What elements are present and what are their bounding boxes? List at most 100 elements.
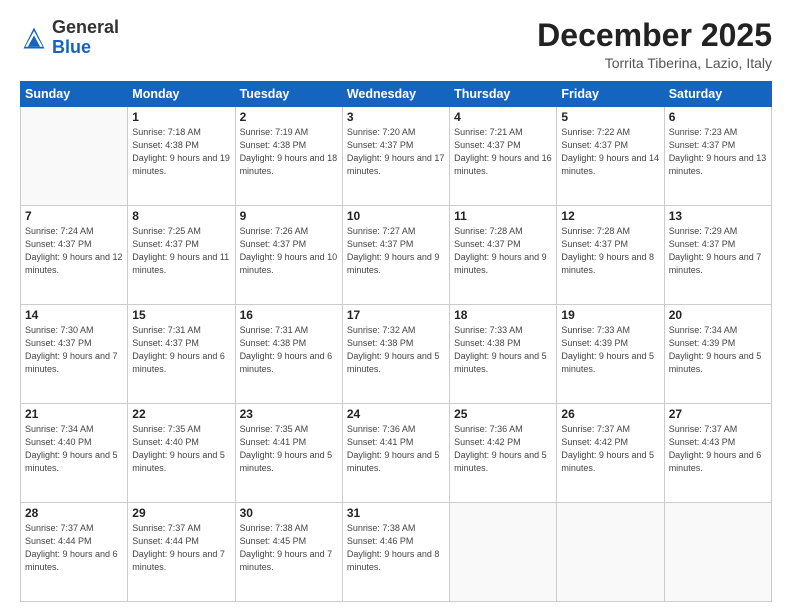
day-number: 17 bbox=[347, 308, 445, 322]
calendar-cell: 10 Sunrise: 7:27 AMSunset: 4:37 PMDayligh… bbox=[342, 206, 449, 305]
day-number: 15 bbox=[132, 308, 230, 322]
day-number: 30 bbox=[240, 506, 338, 520]
calendar-cell: 31 Sunrise: 7:38 AMSunset: 4:46 PMDayligh… bbox=[342, 503, 449, 602]
day-info: Sunrise: 7:38 AMSunset: 4:46 PMDaylight:… bbox=[347, 522, 445, 574]
calendar-cell bbox=[664, 503, 771, 602]
weekday-header-sunday: Sunday bbox=[21, 82, 128, 107]
calendar-cell: 28Sunrise: 7:37 AMSunset: 4:44 PMDayligh… bbox=[21, 503, 128, 602]
calendar-cell: 17Sunrise: 7:32 AMSunset: 4:38 PMDayligh… bbox=[342, 305, 449, 404]
weekday-header-thursday: Thursday bbox=[450, 82, 557, 107]
day-info: Sunrise: 7:37 AMSunset: 4:42 PMDaylight:… bbox=[561, 423, 659, 475]
calendar-cell: 29 Sunrise: 7:37 AMSunset: 4:44 PMDayligh… bbox=[128, 503, 235, 602]
calendar-cell: 16Sunrise: 7:31 AMSunset: 4:38 PMDayligh… bbox=[235, 305, 342, 404]
day-info: Sunrise: 7:22 AMSunset: 4:37 PMDaylight:… bbox=[561, 126, 659, 178]
day-info: Sunrise: 7:36 AMSunset: 4:42 PMDaylight:… bbox=[454, 423, 552, 475]
calendar-cell: 15Sunrise: 7:31 AMSunset: 4:37 PMDayligh… bbox=[128, 305, 235, 404]
calendar-cell: 3 Sunrise: 7:20 AMSunset: 4:37 PMDaylight… bbox=[342, 107, 449, 206]
day-info: Sunrise: 7:36 AMSunset: 4:41 PMDaylight:… bbox=[347, 423, 445, 475]
weekday-header-saturday: Saturday bbox=[664, 82, 771, 107]
day-number: 25 bbox=[454, 407, 552, 421]
day-number: 20 bbox=[669, 308, 767, 322]
calendar-cell: 4Sunrise: 7:21 AMSunset: 4:37 PMDaylight… bbox=[450, 107, 557, 206]
day-info: Sunrise: 7:37 AMSunset: 4:44 PMDaylight:… bbox=[132, 522, 230, 574]
day-info: Sunrise: 7:19 AMSunset: 4:38 PMDaylight:… bbox=[240, 126, 338, 178]
day-number: 24 bbox=[347, 407, 445, 421]
calendar-cell: 1 Sunrise: 7:18 AMSunset: 4:38 PMDaylight… bbox=[128, 107, 235, 206]
day-info: Sunrise: 7:24 AMSunset: 4:37 PMDaylight:… bbox=[25, 225, 123, 277]
day-number: 1 bbox=[132, 110, 230, 124]
logo-general-text: General bbox=[52, 17, 119, 37]
day-info: Sunrise: 7:35 AMSunset: 4:40 PMDaylight:… bbox=[132, 423, 230, 475]
calendar-cell: 12 Sunrise: 7:28 AMSunset: 4:37 PMDayligh… bbox=[557, 206, 664, 305]
calendar-cell: 6 Sunrise: 7:23 AMSunset: 4:37 PMDaylight… bbox=[664, 107, 771, 206]
header: General Blue December 2025 Torrita Tiber… bbox=[20, 18, 772, 71]
day-number: 19 bbox=[561, 308, 659, 322]
calendar-cell: 20Sunrise: 7:34 AMSunset: 4:39 PMDayligh… bbox=[664, 305, 771, 404]
day-number: 26 bbox=[561, 407, 659, 421]
location: Torrita Tiberina, Lazio, Italy bbox=[537, 55, 772, 71]
day-number: 23 bbox=[240, 407, 338, 421]
calendar-week-3: 14 Sunrise: 7:30 AMSunset: 4:37 PMDayligh… bbox=[21, 305, 772, 404]
weekday-header-monday: Monday bbox=[128, 82, 235, 107]
day-info: Sunrise: 7:23 AMSunset: 4:37 PMDaylight:… bbox=[669, 126, 767, 178]
day-number: 3 bbox=[347, 110, 445, 124]
day-info: Sunrise: 7:33 AMSunset: 4:39 PMDaylight:… bbox=[561, 324, 659, 376]
weekday-header-row: SundayMondayTuesdayWednesdayThursdayFrid… bbox=[21, 82, 772, 107]
day-number: 7 bbox=[25, 209, 123, 223]
day-info: Sunrise: 7:35 AMSunset: 4:41 PMDaylight:… bbox=[240, 423, 338, 475]
day-number: 22 bbox=[132, 407, 230, 421]
weekday-header-friday: Friday bbox=[557, 82, 664, 107]
day-info: Sunrise: 7:28 AMSunset: 4:37 PMDaylight:… bbox=[561, 225, 659, 277]
day-info: Sunrise: 7:28 AMSunset: 4:37 PMDaylight:… bbox=[454, 225, 552, 277]
calendar-cell: 11Sunrise: 7:28 AMSunset: 4:37 PMDayligh… bbox=[450, 206, 557, 305]
day-info: Sunrise: 7:33 AMSunset: 4:38 PMDaylight:… bbox=[454, 324, 552, 376]
calendar-week-2: 7 Sunrise: 7:24 AMSunset: 4:37 PMDaylight… bbox=[21, 206, 772, 305]
day-number: 12 bbox=[561, 209, 659, 223]
day-number: 10 bbox=[347, 209, 445, 223]
day-number: 5 bbox=[561, 110, 659, 124]
day-number: 6 bbox=[669, 110, 767, 124]
calendar-cell bbox=[450, 503, 557, 602]
day-number: 21 bbox=[25, 407, 123, 421]
calendar-cell: 9 Sunrise: 7:26 AMSunset: 4:37 PMDaylight… bbox=[235, 206, 342, 305]
day-number: 28 bbox=[25, 506, 123, 520]
day-number: 29 bbox=[132, 506, 230, 520]
calendar-cell: 23 Sunrise: 7:35 AMSunset: 4:41 PMDayligh… bbox=[235, 404, 342, 503]
day-info: Sunrise: 7:18 AMSunset: 4:38 PMDaylight:… bbox=[132, 126, 230, 178]
weekday-header-tuesday: Tuesday bbox=[235, 82, 342, 107]
weekday-header-wednesday: Wednesday bbox=[342, 82, 449, 107]
calendar-week-4: 21Sunrise: 7:34 AMSunset: 4:40 PMDayligh… bbox=[21, 404, 772, 503]
calendar-table: SundayMondayTuesdayWednesdayThursdayFrid… bbox=[20, 81, 772, 602]
page: General Blue December 2025 Torrita Tiber… bbox=[0, 0, 792, 612]
day-info: Sunrise: 7:29 AMSunset: 4:37 PMDaylight:… bbox=[669, 225, 767, 277]
calendar-cell: 13 Sunrise: 7:29 AMSunset: 4:37 PMDayligh… bbox=[664, 206, 771, 305]
month-title: December 2025 bbox=[537, 18, 772, 53]
day-number: 9 bbox=[240, 209, 338, 223]
day-info: Sunrise: 7:26 AMSunset: 4:37 PMDaylight:… bbox=[240, 225, 338, 277]
calendar-cell: 27 Sunrise: 7:37 AMSunset: 4:43 PMDayligh… bbox=[664, 404, 771, 503]
calendar-cell: 18Sunrise: 7:33 AMSunset: 4:38 PMDayligh… bbox=[450, 305, 557, 404]
day-number: 4 bbox=[454, 110, 552, 124]
title-block: December 2025 Torrita Tiberina, Lazio, I… bbox=[537, 18, 772, 71]
day-number: 31 bbox=[347, 506, 445, 520]
calendar-cell: 24 Sunrise: 7:36 AMSunset: 4:41 PMDayligh… bbox=[342, 404, 449, 503]
day-info: Sunrise: 7:37 AMSunset: 4:43 PMDaylight:… bbox=[669, 423, 767, 475]
day-number: 8 bbox=[132, 209, 230, 223]
day-number: 14 bbox=[25, 308, 123, 322]
calendar-cell: 19 Sunrise: 7:33 AMSunset: 4:39 PMDayligh… bbox=[557, 305, 664, 404]
calendar-cell: 26 Sunrise: 7:37 AMSunset: 4:42 PMDayligh… bbox=[557, 404, 664, 503]
day-number: 13 bbox=[669, 209, 767, 223]
calendar-cell: 14 Sunrise: 7:30 AMSunset: 4:37 PMDayligh… bbox=[21, 305, 128, 404]
calendar-week-5: 28 Sunrise: 7:37 AMSunset: 4:44 PMDayligh… bbox=[21, 503, 772, 602]
calendar-cell: 21Sunrise: 7:34 AMSunset: 4:40 PMDayligh… bbox=[21, 404, 128, 503]
calendar-cell: 22 Sunrise: 7:35 AMSunset: 4:40 PMDayligh… bbox=[128, 404, 235, 503]
day-number: 2 bbox=[240, 110, 338, 124]
logo-blue-text: Blue bbox=[52, 37, 91, 57]
calendar-cell: 25 Sunrise: 7:36 AMSunset: 4:42 PMDayligh… bbox=[450, 404, 557, 503]
calendar-cell: 30Sunrise: 7:38 AMSunset: 4:45 PMDayligh… bbox=[235, 503, 342, 602]
day-info: Sunrise: 7:27 AMSunset: 4:37 PMDaylight:… bbox=[347, 225, 445, 277]
day-info: Sunrise: 7:30 AMSunset: 4:37 PMDaylight:… bbox=[25, 324, 123, 376]
day-info: Sunrise: 7:31 AMSunset: 4:38 PMDaylight:… bbox=[240, 324, 338, 376]
day-info: Sunrise: 7:20 AMSunset: 4:37 PMDaylight:… bbox=[347, 126, 445, 178]
day-number: 27 bbox=[669, 407, 767, 421]
